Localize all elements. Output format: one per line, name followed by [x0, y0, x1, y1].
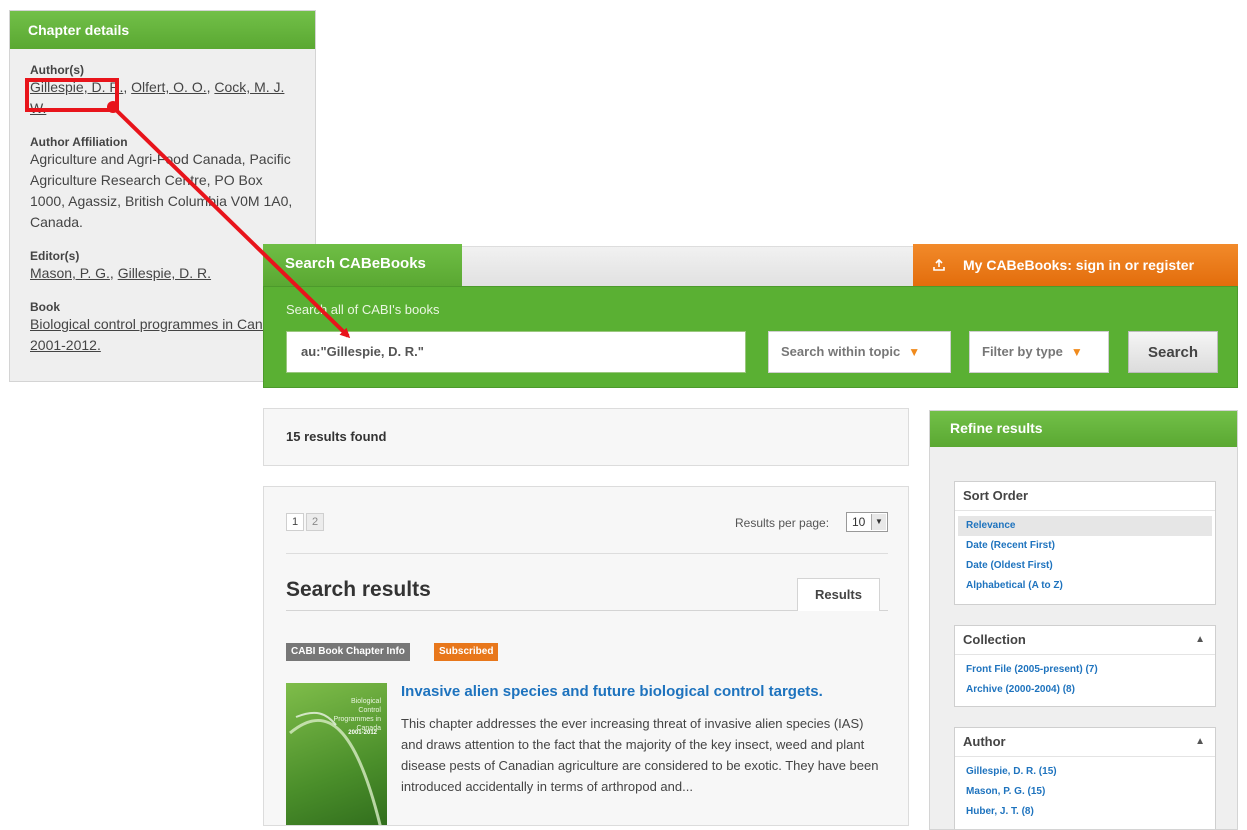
editor-link-gillespie[interactable]: Gillespie, D. R.: [118, 265, 211, 281]
search-widget: Search CABeBooks My CABeBooks: sign in o…: [263, 244, 1238, 388]
search-caption: Search all of CABI's books: [286, 302, 440, 317]
topic-dropdown[interactable]: Search within topic ▼: [768, 331, 951, 373]
author-facet: Author ▲ Gillespie, D. R. (15) Mason, P.…: [954, 727, 1216, 829]
collection-facet: Collection ▲ Front File (2005-present) (…: [954, 625, 1216, 707]
cover-year: 2001-2012: [348, 730, 377, 736]
results-count: 15 results found: [263, 408, 909, 466]
account-tab[interactable]: My CABeBooks: sign in or register: [913, 244, 1238, 286]
refine-results-panel: Refine results Sort Order Relevance Date…: [929, 410, 1238, 830]
chevron-down-icon: ▼: [1070, 345, 1083, 359]
collection-list: Front File (2005-present) (7) Archive (2…: [955, 655, 1215, 706]
tab-results[interactable]: Results: [797, 578, 880, 611]
sort-option-alphabetical[interactable]: Alphabetical (A to Z): [958, 576, 1212, 596]
search-button[interactable]: Search: [1128, 331, 1218, 373]
search-form: Search all of CABI's books au:"Gillespie…: [263, 286, 1238, 388]
type-dropdown-label: Filter by type: [982, 344, 1063, 359]
author-option-mason[interactable]: Mason, P. G. (15): [958, 782, 1212, 802]
author-list: Gillespie, D. R. (15) Mason, P. G. (15) …: [955, 757, 1215, 828]
page-button-2[interactable]: 2: [306, 513, 324, 531]
sort-order-list: Relevance Date (Recent First) Date (Olde…: [955, 511, 1215, 602]
chevron-up-icon[interactable]: ▲: [1195, 626, 1205, 654]
book-value: Biological control programmes in Canada …: [30, 314, 297, 356]
cover-title: Biological Control Programmes in Canada: [333, 698, 381, 732]
book-label: Book: [30, 300, 60, 314]
account-tab-label: My CABeBooks: sign in or register: [963, 257, 1195, 273]
topic-dropdown-label: Search within topic: [781, 344, 901, 359]
results-per-page-select[interactable]: 10 ▼: [846, 512, 888, 532]
results-per-page-value: 10: [852, 515, 866, 529]
collection-title: Collection: [963, 632, 1026, 647]
book-link[interactable]: Biological control programmes in Canada …: [30, 316, 286, 353]
search-input[interactable]: au:"Gillespie, D. R.": [286, 331, 746, 373]
author-link-gillespie[interactable]: Gillespie, D. R.: [30, 79, 123, 95]
result-title-link[interactable]: Invasive alien species and future biolog…: [401, 683, 823, 700]
sort-order-facet: Sort Order Relevance Date (Recent First)…: [954, 481, 1216, 605]
sort-option-date-recent[interactable]: Date (Recent First): [958, 536, 1212, 556]
editors-list: Mason, P. G., Gillespie, D. R.: [30, 265, 212, 281]
chevron-down-icon: ▼: [871, 514, 886, 530]
sort-option-date-oldest[interactable]: Date (Oldest First): [958, 556, 1212, 576]
sort-order-title: Sort Order: [955, 482, 1215, 511]
collection-facet-header[interactable]: Collection ▲: [955, 626, 1215, 655]
affiliation-text: Agriculture and Agri-Food Canada, Pacifi…: [30, 151, 293, 230]
subscribed-badge: Subscribed: [434, 643, 499, 661]
collection-option-archive[interactable]: Archive (2000-2004) (8): [958, 680, 1212, 700]
author-facet-header[interactable]: Author ▲: [955, 728, 1215, 757]
authors-label: Author(s): [30, 63, 84, 77]
chevron-down-icon: ▼: [908, 345, 921, 359]
chevron-up-icon[interactable]: ▲: [1195, 728, 1205, 756]
author-facet-title: Author: [963, 734, 1006, 749]
chapter-details-header: Chapter details: [10, 11, 315, 49]
author-option-huber[interactable]: Huber, J. T. (8): [958, 802, 1212, 822]
book-cover-image[interactable]: Biological Control Programmes in Canada …: [286, 683, 387, 825]
refine-results-header: Refine results: [930, 411, 1237, 447]
result-abstract: This chapter addresses the ever increasi…: [401, 716, 879, 794]
affiliation-label: Author Affiliation: [30, 135, 128, 149]
author-link-olfert[interactable]: Olfert, O. O.: [131, 79, 206, 95]
results-heading: Search results: [286, 578, 431, 601]
upload-icon: [933, 245, 945, 287]
editor-link-mason[interactable]: Mason, P. G.: [30, 265, 110, 281]
authors-list: Gillespie, D. R., Olfert, O. O., Cock, M…: [30, 79, 285, 116]
tab-search-cabebooks[interactable]: Search CABeBooks: [263, 244, 462, 286]
editors-label: Editor(s): [30, 249, 80, 263]
sort-option-relevance[interactable]: Relevance: [958, 516, 1212, 536]
content-type-badge: CABI Book Chapter Info: [286, 643, 410, 661]
results-per-page-label: Results per page:: [735, 516, 830, 530]
results-panel: 1 2 Results per page: 10 ▼ Search result…: [263, 486, 909, 826]
divider: [286, 553, 888, 554]
author-option-gillespie[interactable]: Gillespie, D. R. (15): [958, 762, 1212, 782]
collection-option-front-file[interactable]: Front File (2005-present) (7): [958, 660, 1212, 680]
page-button-1[interactable]: 1: [286, 513, 304, 531]
type-dropdown[interactable]: Filter by type ▼: [969, 331, 1109, 373]
